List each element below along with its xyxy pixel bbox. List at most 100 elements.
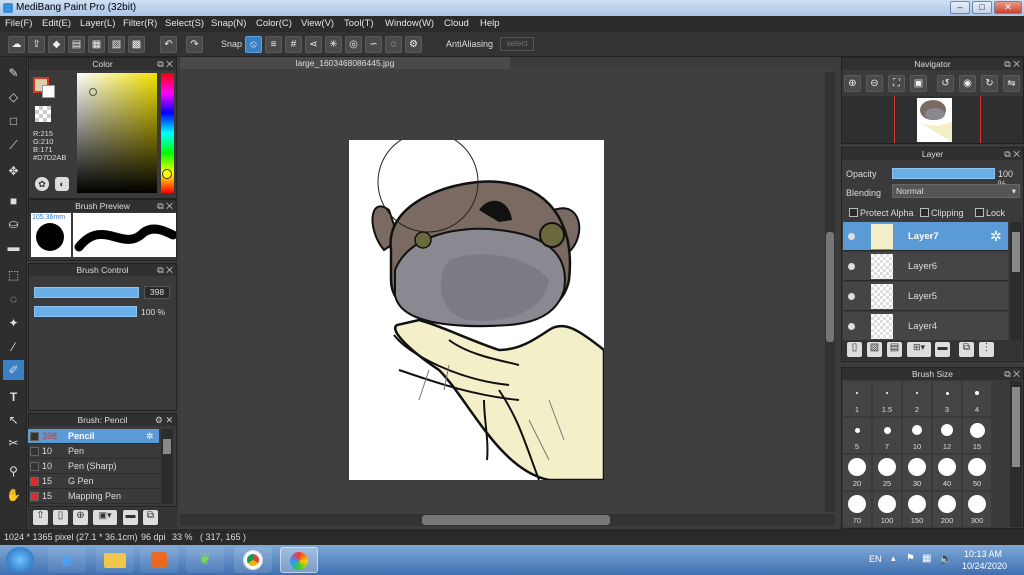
brush-size-option[interactable]: 40 bbox=[933, 455, 961, 490]
menu-select[interactable]: Select(S) bbox=[165, 18, 204, 29]
app-leaf-icon[interactable]: ❦ bbox=[186, 547, 224, 573]
visibility-eye-icon[interactable] bbox=[848, 323, 855, 330]
layer-folder-icon[interactable]: ▬ bbox=[935, 342, 950, 357]
snap-circle-icon[interactable]: ◎ bbox=[345, 36, 362, 53]
reset-rotate-icon[interactable]: ◉ bbox=[959, 75, 976, 92]
redo-icon[interactable]: ↷ bbox=[186, 36, 203, 53]
rotate-right-icon[interactable]: ↻ bbox=[981, 75, 998, 92]
snap-off-icon[interactable]: ⦸ bbox=[245, 36, 262, 53]
brush-folder-icon[interactable]: ▬ bbox=[123, 510, 138, 525]
brush-size-option[interactable]: 5 bbox=[843, 418, 871, 453]
brush-size-option[interactable]: 12 bbox=[933, 418, 961, 453]
brush-item-pen[interactable]: 10 Pen bbox=[28, 444, 159, 459]
select-eraser-icon[interactable]: ✐ bbox=[3, 360, 24, 380]
brush-size-option[interactable]: 200 bbox=[933, 492, 961, 527]
hand-tool-icon[interactable]: ✋ bbox=[3, 485, 24, 505]
eraser-tool-icon[interactable]: ◇ bbox=[3, 87, 24, 107]
bucket-tool-icon[interactable]: ⛀ bbox=[3, 214, 24, 234]
menu-layer[interactable]: Layer(L) bbox=[80, 18, 115, 29]
snap-ellipse-icon[interactable]: ◌ bbox=[385, 36, 402, 53]
panel-close-icon[interactable]: ⧉ ✕ bbox=[157, 264, 173, 276]
select-rect-icon[interactable]: ⬚ bbox=[3, 265, 24, 285]
brush-size-option[interactable]: 30 bbox=[903, 455, 931, 490]
document-tab[interactable]: large_1603468086445.jpg bbox=[180, 57, 510, 69]
brush-size-option[interactable]: 4 bbox=[963, 381, 991, 416]
protect-alpha-checkbox[interactable] bbox=[849, 208, 858, 217]
upload-brush-icon[interactable]: ⇧ bbox=[33, 510, 48, 525]
scroll-thumb[interactable] bbox=[1012, 387, 1020, 467]
menu-file[interactable]: File(F) bbox=[5, 18, 32, 29]
brush-tool-icon[interactable]: ✎ bbox=[3, 63, 24, 83]
hue-slider[interactable] bbox=[161, 73, 174, 193]
move-tool-icon[interactable]: ✥ bbox=[3, 161, 24, 181]
background-color-swatch[interactable] bbox=[42, 85, 55, 98]
visibility-eye-icon[interactable] bbox=[848, 233, 855, 240]
magic-wand-icon[interactable]: ✦ bbox=[3, 313, 24, 333]
brush-size-option[interactable]: 1.5 bbox=[873, 381, 901, 416]
scroll-thumb[interactable] bbox=[1012, 232, 1020, 272]
comment-icon[interactable]: ◆ bbox=[48, 36, 65, 53]
navigator-preview-area[interactable] bbox=[842, 96, 1023, 143]
gradient-tool-icon[interactable]: ▬ bbox=[3, 237, 24, 257]
palette-icon[interactable]: ✿ bbox=[35, 177, 49, 191]
canvas-horizontal-scrollbar[interactable] bbox=[180, 514, 835, 526]
panel-close-icon[interactable]: ⧉ ✕ bbox=[1004, 368, 1020, 380]
lock-checkbox[interactable] bbox=[975, 208, 984, 217]
divide-tool-icon[interactable]: ✂ bbox=[3, 433, 24, 453]
operation-tool-icon[interactable]: ↖ bbox=[3, 410, 24, 430]
scroll-thumb[interactable] bbox=[422, 515, 610, 525]
add-brush-icon[interactable]: ⊕ bbox=[73, 510, 88, 525]
brush-item-g-pen[interactable]: 15 G Pen bbox=[28, 474, 159, 489]
brush-menu-icon[interactable]: ▣▾ bbox=[93, 510, 117, 525]
layer-row-layer7[interactable]: Layer7 ✲ bbox=[843, 222, 1008, 251]
snap-perspective-icon[interactable]: ⋖ bbox=[305, 36, 322, 53]
action-center-icon[interactable]: ⚑ bbox=[906, 553, 915, 564]
panel-close-icon[interactable]: ⚙ ✕ bbox=[155, 414, 173, 426]
brush-list-scrollbar[interactable] bbox=[161, 429, 173, 504]
brush-size-option[interactable]: 7 bbox=[873, 418, 901, 453]
snap-grid-icon[interactable]: # bbox=[285, 36, 302, 53]
duplicate-brush-icon[interactable]: ⧉ bbox=[143, 510, 158, 525]
menu-filter[interactable]: Filter(R) bbox=[123, 18, 157, 29]
clock-date[interactable]: 10/24/2020 bbox=[962, 561, 1007, 571]
eyedropper-tool-icon[interactable]: ⚲ bbox=[3, 461, 24, 481]
canvas-vertical-scrollbar[interactable] bbox=[825, 72, 835, 512]
menu-tool[interactable]: Tool(T) bbox=[344, 18, 374, 29]
layer-row-layer4[interactable]: Layer4 bbox=[843, 312, 1008, 341]
scroll-thumb[interactable] bbox=[163, 439, 171, 454]
network-icon[interactable]: ▦ bbox=[922, 553, 931, 564]
snap-curve-icon[interactable]: ∽ bbox=[365, 36, 382, 53]
tray-expand-icon[interactable]: ▴ bbox=[891, 553, 896, 564]
brush-size-slider[interactable] bbox=[34, 287, 139, 298]
layer-row-layer6[interactable]: Layer6 bbox=[843, 252, 1008, 281]
snap-radial-icon[interactable]: ✳ bbox=[325, 36, 342, 53]
menu-cloud[interactable]: Cloud bbox=[444, 18, 469, 29]
menu-color[interactable]: Color(C) bbox=[256, 18, 292, 29]
new-brush-icon[interactable]: ▯ bbox=[53, 510, 68, 525]
file-explorer-icon[interactable] bbox=[96, 547, 134, 573]
blur-tool-icon[interactable]: ⟋ bbox=[3, 135, 24, 155]
internet-explorer-icon[interactable]: e bbox=[48, 547, 86, 573]
deselect-button[interactable]: select bbox=[500, 37, 534, 51]
actual-size-icon[interactable]: ▣ bbox=[910, 75, 927, 92]
brush-settings-gear-icon[interactable]: ✲ bbox=[146, 429, 154, 444]
chat-icon[interactable]: ▤ bbox=[68, 36, 85, 53]
brush-item-mapping-pen[interactable]: 15 Mapping Pen bbox=[28, 489, 159, 504]
brush-size-option[interactable]: 2 bbox=[903, 381, 931, 416]
brush-size-option[interactable]: 300 bbox=[963, 492, 991, 527]
menu-help[interactable]: Help bbox=[480, 18, 500, 29]
brush-size-option[interactable]: 15 bbox=[963, 418, 991, 453]
hue-handle[interactable] bbox=[162, 169, 172, 179]
fill-shape-icon[interactable]: ■ bbox=[3, 191, 24, 211]
panel-close-icon[interactable]: ⧉ ✕ bbox=[157, 200, 173, 212]
snap-parallel-icon[interactable]: ≡ bbox=[265, 36, 282, 53]
menu-snap[interactable]: Snap(N) bbox=[211, 18, 246, 29]
clock-time[interactable]: 10:13 AM bbox=[964, 549, 1002, 559]
panel-close-icon[interactable]: ⧉ ✕ bbox=[157, 58, 173, 70]
text-tool-icon[interactable]: T bbox=[3, 387, 24, 407]
brush-size-option[interactable]: 25 bbox=[873, 455, 901, 490]
drawing-canvas[interactable] bbox=[349, 140, 604, 480]
menu-window[interactable]: Window(W) bbox=[385, 18, 434, 29]
menu-edit[interactable]: Edit(E) bbox=[42, 18, 71, 29]
new-8bit-layer-icon[interactable]: ▤ bbox=[887, 342, 902, 357]
